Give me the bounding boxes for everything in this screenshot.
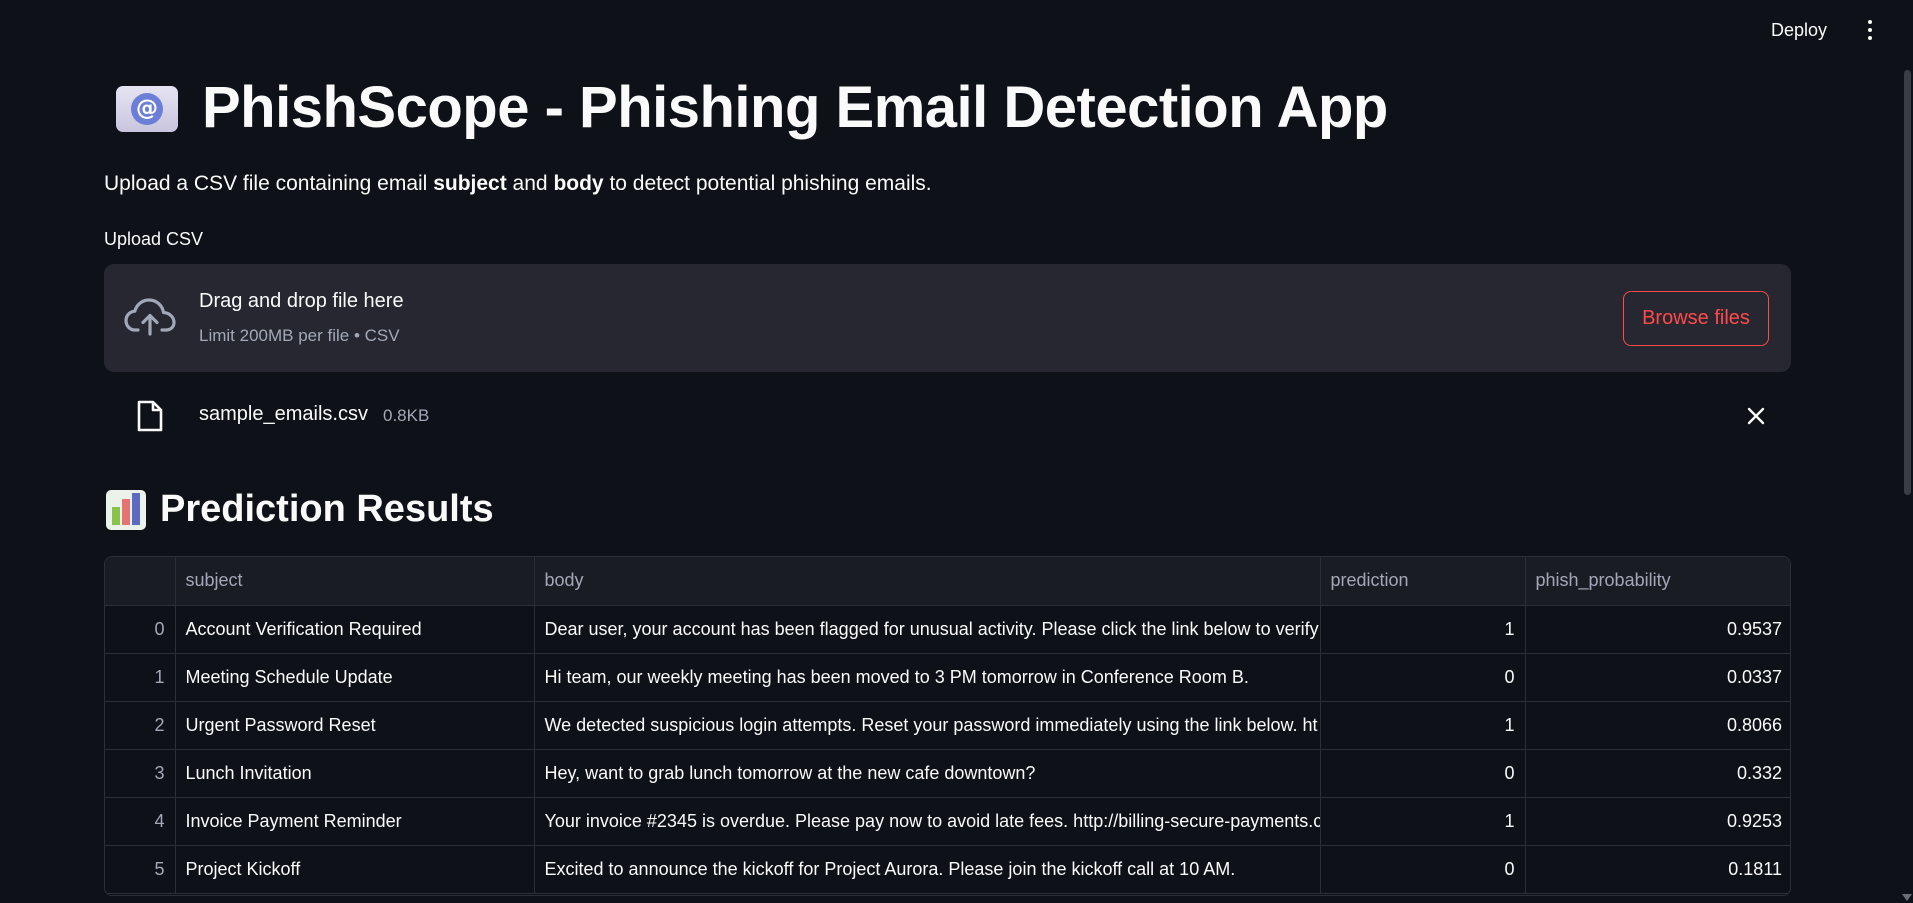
cell-phish-probability[interactable]: 0.9253 [1525, 797, 1790, 846]
intro-text: Upload a CSV file containing email subje… [104, 172, 932, 195]
cell-prediction[interactable]: 1 [1320, 797, 1526, 846]
results-heading-row: Prediction Results [106, 488, 494, 531]
row-index: 5 [105, 845, 176, 894]
file-size: 0.8KB [383, 406, 430, 425]
column-header-prediction[interactable]: prediction [1320, 557, 1526, 606]
uploaded-file-row: sample_emails.csv 0.8KB [104, 396, 1791, 436]
browse-files-button[interactable]: Browse files [1623, 291, 1769, 346]
vertical-dots-icon[interactable] [1860, 18, 1880, 42]
cell-subject[interactable]: Urgent Password Reset [175, 701, 535, 750]
cell-prediction[interactable]: 0 [1320, 653, 1526, 702]
app-header: Deploy [0, 0, 1913, 60]
row-index: 0 [105, 605, 176, 654]
table-row[interactable]: 2 Urgent Password Reset We detected susp… [105, 701, 1790, 750]
table-row[interactable]: 5 Project Kickoff Excited to announce th… [105, 845, 1790, 894]
cell-prediction[interactable]: 0 [1320, 749, 1526, 798]
cell-phish-probability[interactable]: 0.8066 [1525, 701, 1790, 750]
cloud-upload-icon [124, 298, 176, 336]
cell-phish-probability[interactable]: 0.332 [1525, 749, 1790, 798]
table-row[interactable]: 3 Lunch Invitation Hey, want to grab lun… [105, 749, 1790, 798]
cell-body[interactable]: Hey, want to grab lunch tomorrow at the … [534, 749, 1321, 798]
file-name: sample_emails.csv [199, 403, 368, 425]
row-index: 2 [105, 701, 176, 750]
column-header-index[interactable] [105, 557, 176, 606]
page-title: PhishScope - Phishing Email Detection Ap… [202, 75, 1388, 140]
cell-body[interactable]: Excited to announce the kickoff for Proj… [534, 845, 1321, 894]
upload-label: Upload CSV [104, 229, 204, 249]
cell-subject[interactable]: Lunch Invitation [175, 749, 535, 798]
cell-phish-probability[interactable]: 0.9537 [1525, 605, 1790, 654]
cell-prediction[interactable]: 1 [1320, 701, 1526, 750]
column-header-body[interactable]: body [534, 557, 1321, 606]
file-icon [137, 400, 163, 432]
cell-subject[interactable]: Meeting Schedule Update [175, 653, 535, 702]
file-dropzone[interactable]: Drag and drop file here Limit 200MB per … [104, 264, 1791, 372]
table-row[interactable]: 4 Invoice Payment Reminder Your invoice … [105, 797, 1790, 846]
scrollbar[interactable] [1904, 70, 1911, 495]
table-row[interactable]: 1 Meeting Schedule Update Hi team, our w… [105, 653, 1790, 702]
cell-body[interactable]: We detected suspicious login attempts. R… [534, 701, 1321, 750]
cell-body[interactable]: Your invoice #2345 is overdue. Please pa… [534, 797, 1321, 846]
table-header-row: subject body prediction phish_probabilit… [105, 557, 1790, 606]
results-title: Prediction Results [160, 488, 494, 530]
email-icon: @ [116, 84, 178, 132]
scroll-down-arrow-icon[interactable] [1902, 894, 1912, 901]
column-header-subject[interactable]: subject [175, 557, 535, 606]
cell-phish-probability[interactable]: 0.1811 [1525, 845, 1790, 894]
cell-prediction[interactable]: 0 [1320, 845, 1526, 894]
row-index: 1 [105, 653, 176, 702]
row-index: 3 [105, 749, 176, 798]
row-index: 4 [105, 797, 176, 846]
cell-subject[interactable]: Project Kickoff [175, 845, 535, 894]
dropzone-subtitle: Limit 200MB per file • CSV [199, 326, 400, 345]
title-row: @ PhishScope - Phishing Email Detection … [104, 74, 1388, 141]
cell-subject[interactable]: Invoice Payment Reminder [175, 797, 535, 846]
bar-chart-icon [106, 489, 146, 530]
close-icon[interactable] [1744, 404, 1768, 428]
deploy-button[interactable]: Deploy [1765, 18, 1833, 43]
table-row[interactable]: 0 Account Verification Required Dear use… [105, 605, 1790, 654]
cell-phish-probability[interactable]: 0.0337 [1525, 653, 1790, 702]
cell-body[interactable]: Dear user, your account has been flagged… [534, 605, 1321, 654]
dropzone-title: Drag and drop file here [199, 290, 404, 312]
cell-body[interactable]: Hi team, our weekly meeting has been mov… [534, 653, 1321, 702]
results-table[interactable]: subject body prediction phish_probabilit… [104, 556, 1791, 896]
cell-prediction[interactable]: 1 [1320, 605, 1526, 654]
cell-subject[interactable]: Account Verification Required [175, 605, 535, 654]
column-header-phish-probability[interactable]: phish_probability [1525, 557, 1790, 606]
